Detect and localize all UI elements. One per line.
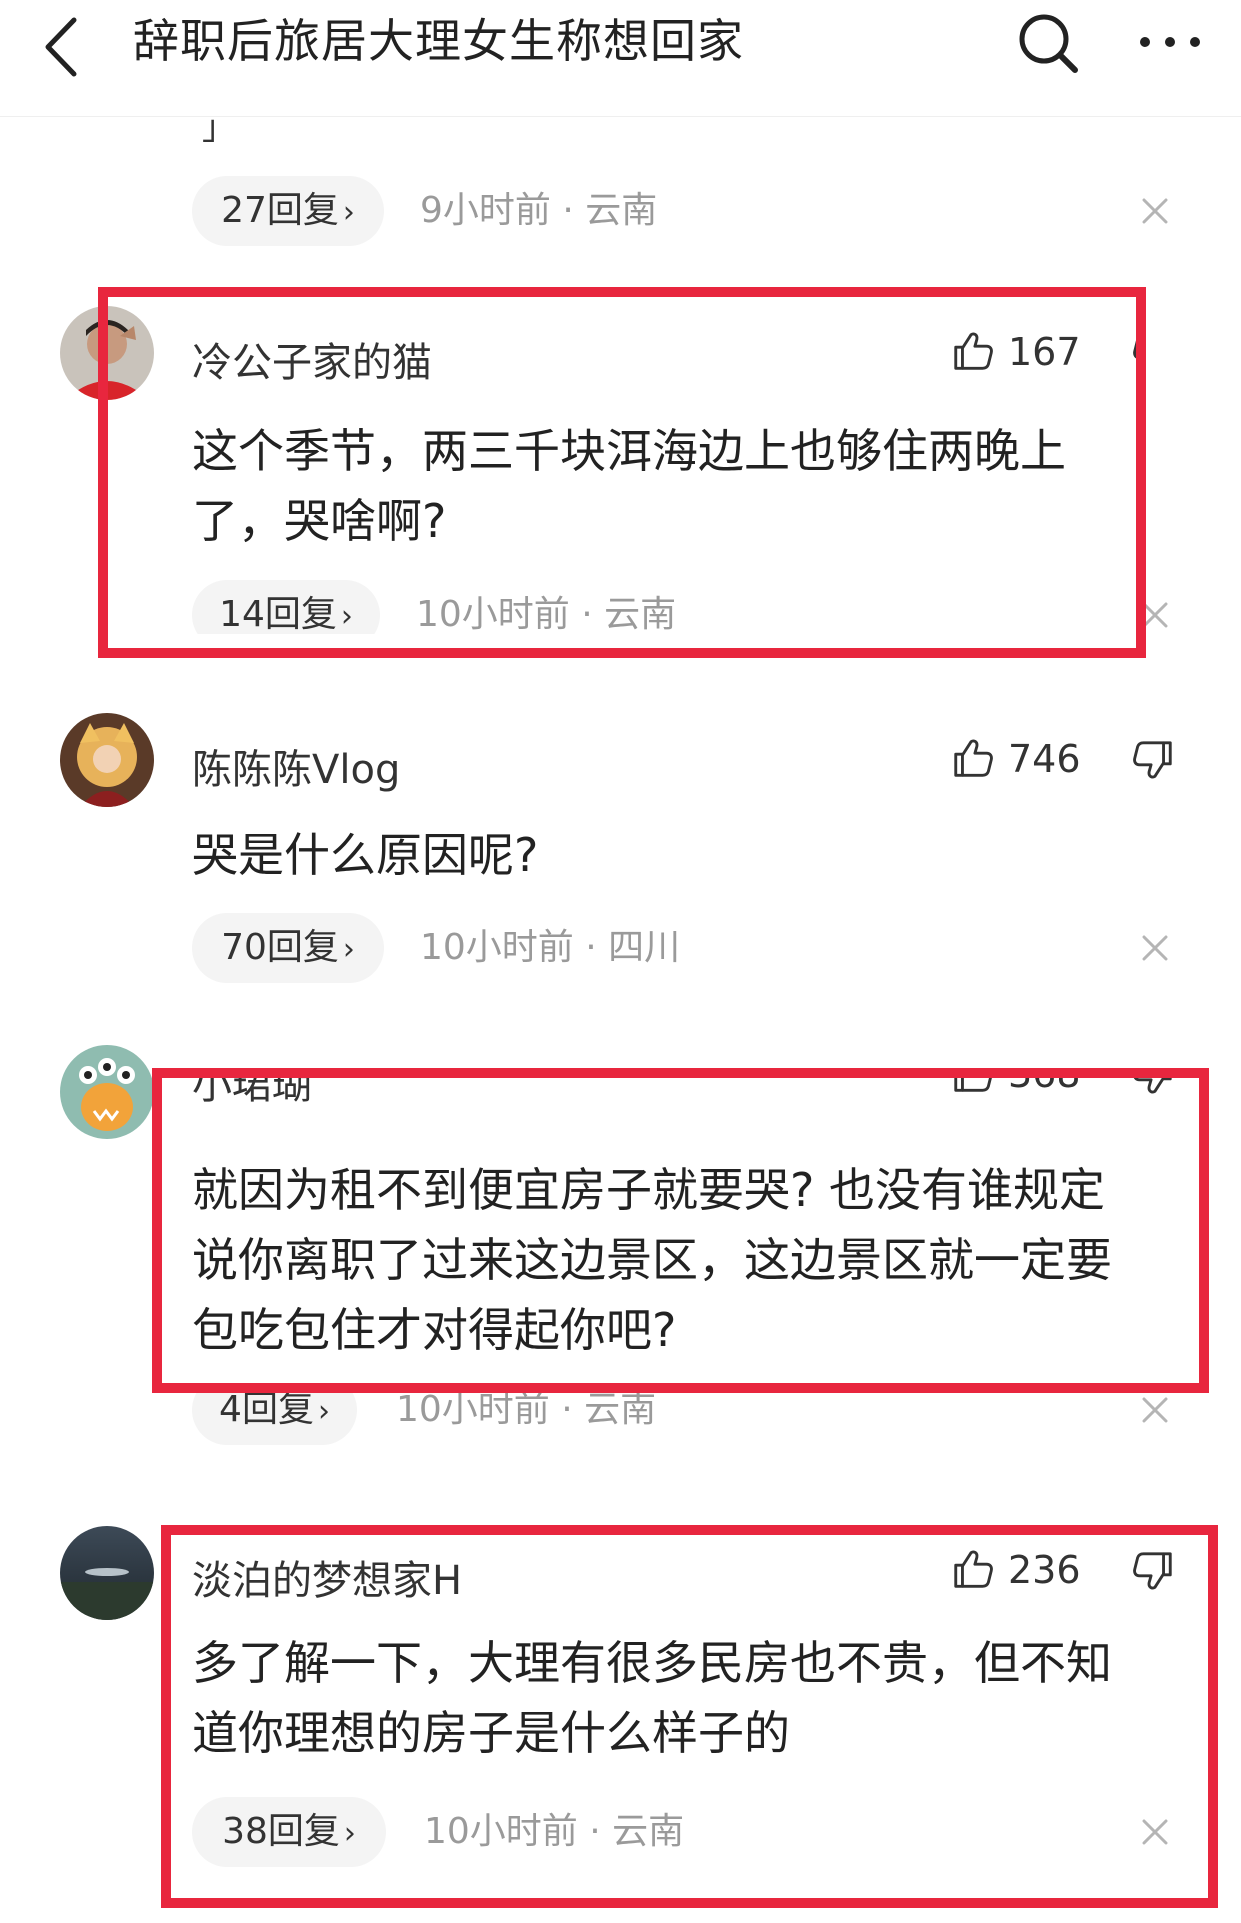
like-count: 746 xyxy=(1008,737,1081,781)
reply-count-label: 4回复 xyxy=(219,1389,314,1430)
close-icon[interactable] xyxy=(1140,196,1170,226)
like-count: 368 xyxy=(1008,1078,1081,1096)
reply-count-button[interactable]: 70回复 › xyxy=(192,913,384,983)
reply-count-label: 14回复 xyxy=(219,594,337,634)
more-options-icon[interactable] xyxy=(1135,22,1205,62)
reply-count-label: 70回复 xyxy=(221,927,339,968)
thumbs-up-icon[interactable] xyxy=(950,328,996,374)
chevron-right-icon: › xyxy=(340,599,353,634)
chevron-right-icon: › xyxy=(343,1816,356,1851)
avatar[interactable] xyxy=(60,306,154,400)
reply-count-button[interactable]: 27回复 › xyxy=(192,176,384,246)
comment-body-line: 哭是什么原因呢? xyxy=(192,828,539,882)
comment-meta: 10小时前 · 云南 xyxy=(396,1389,657,1430)
avatar[interactable] xyxy=(60,713,154,807)
comment-meta: 10小时前 · 云南 xyxy=(416,594,677,634)
thumbs-down-icon[interactable] xyxy=(1130,737,1176,783)
comment-author[interactable]: 冷公子家的猫 xyxy=(192,330,432,388)
like-count: 167 xyxy=(1008,330,1081,374)
comment-author[interactable]: 淡泊的梦想家H xyxy=(192,1548,462,1606)
thumbs-down-icon[interactable] xyxy=(1130,1078,1176,1098)
search-icon[interactable] xyxy=(1015,10,1081,76)
comment-body-line: 就因为租不到便宜房子就要哭? 也没有谁规定 xyxy=(192,1163,1106,1217)
reply-count-button[interactable]: 14回复 › xyxy=(192,580,380,634)
close-icon[interactable] xyxy=(1140,933,1170,963)
thumbs-up-icon[interactable] xyxy=(950,735,996,781)
comment-body-line: 这个季节，两三千块洱海边上也够住两晚上 xyxy=(192,424,1066,478)
top-bar: 辞职后旅居大理女生称想回家 xyxy=(0,0,1241,117)
reply-count-button[interactable]: 38回复 › xyxy=(192,1797,386,1867)
close-icon[interactable] xyxy=(1140,1817,1170,1847)
reply-count-label: 38回复 xyxy=(222,1811,340,1852)
back-arrow-icon[interactable] xyxy=(38,12,88,82)
thumbs-down-icon[interactable] xyxy=(1130,1548,1176,1594)
previous-comment-fragment: 」 xyxy=(202,108,236,148)
thumbs-up-icon[interactable] xyxy=(950,1546,996,1592)
comment-body-line: 道你理想的房子是什么样子的 xyxy=(192,1706,790,1760)
reply-count-label: 27回复 xyxy=(221,190,339,231)
thumbs-up-icon[interactable] xyxy=(950,1078,996,1096)
comment-meta: 10小时前 · 四川 xyxy=(420,927,681,968)
comment-meta: 10小时前 · 云南 xyxy=(424,1811,685,1852)
comment-body-line: 了，哭啥啊? xyxy=(192,494,447,548)
thumbs-down-icon[interactable] xyxy=(1130,330,1145,376)
comment-body-line: 包吃包住才对得起你吧? xyxy=(192,1303,677,1357)
like-count: 236 xyxy=(1008,1548,1081,1592)
comment-author[interactable]: 小珺瑚 xyxy=(192,1078,312,1110)
chevron-right-icon: › xyxy=(342,195,355,230)
chevron-right-icon: › xyxy=(317,1394,330,1429)
chevron-right-icon: › xyxy=(342,932,355,967)
close-icon[interactable] xyxy=(1140,1395,1170,1425)
comment-body-line: 说你离职了过来这边景区，这边景区就一定要 xyxy=(192,1233,1112,1287)
avatar[interactable] xyxy=(60,1526,154,1620)
reply-count-button[interactable]: 4回复 › xyxy=(192,1383,357,1445)
page-title: 辞职后旅居大理女生称想回家 xyxy=(133,14,744,68)
comment-author[interactable]: 陈陈陈Vlog xyxy=(192,737,400,795)
comment-meta: 9小时前 · 云南 xyxy=(420,190,658,231)
close-icon[interactable] xyxy=(1140,600,1170,630)
comment-body-line: 多了解一下，大理有很多民房也不贵，但不知 xyxy=(192,1636,1112,1690)
avatar[interactable] xyxy=(60,1045,154,1139)
